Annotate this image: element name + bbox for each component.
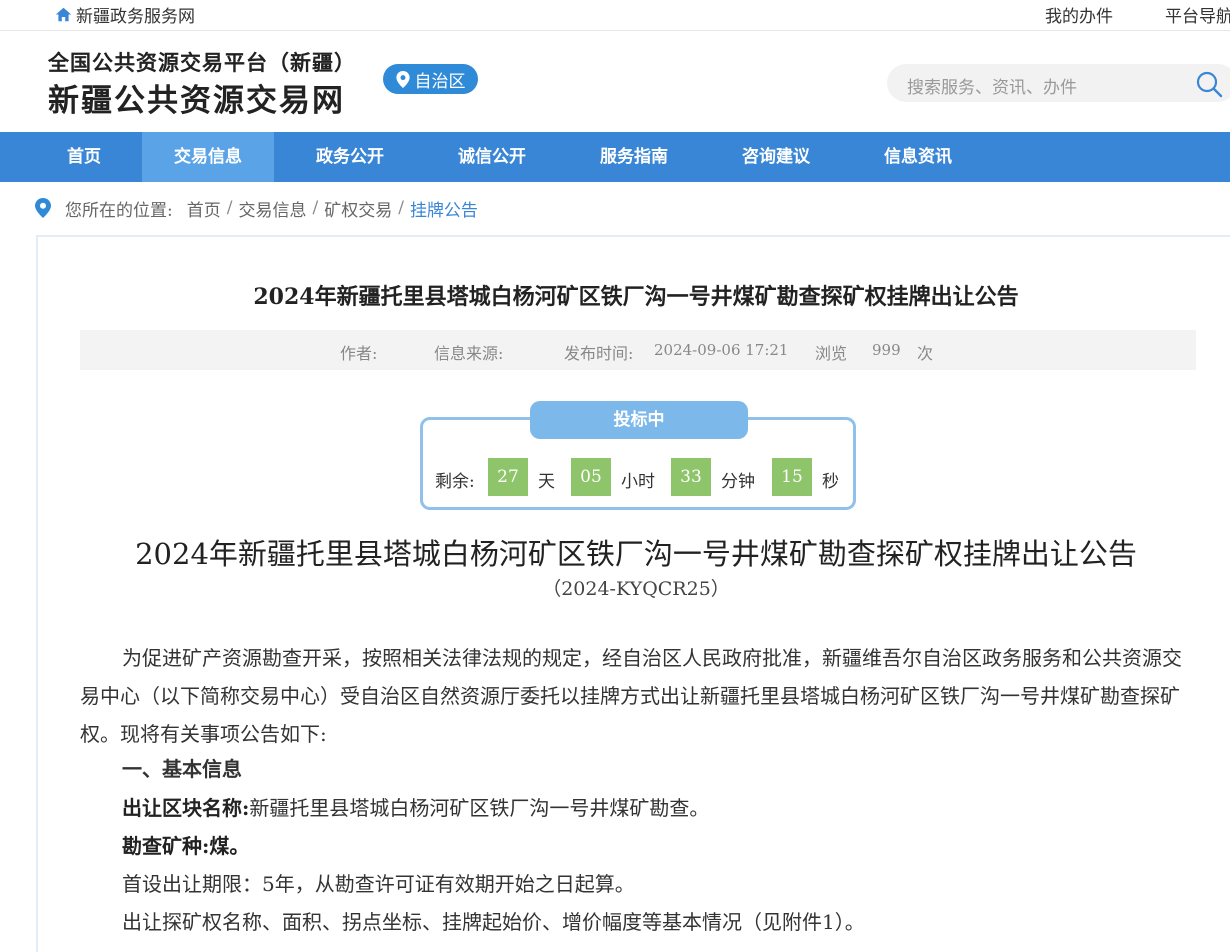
main-nav: 首页 交易信息 政务公开 诚信公开 服务指南 咨询建议 信息资讯 [0,132,1230,182]
search-input[interactable]: 搜索服务、资讯、办件 [907,73,1077,98]
seconds-value: 15 [772,458,812,496]
nav-guide[interactable]: 服务指南 [578,132,690,182]
block-name-line: 出让区块名称:新疆托里县塔城白杨河矿区铁厂沟一号井煤矿勘查。 [122,792,709,821]
notice-heading: 2024年新疆托里县塔城白杨河矿区铁厂沟一号井煤矿勘查探矿权挂牌出让公告 [135,537,1137,571]
nav-credit[interactable]: 诚信公开 [436,132,548,182]
hours-unit: 小时 [621,472,655,492]
top-utility-bar: 新疆政务服务网 我的办件 平台导航 [0,0,1230,31]
article-meta: 作者: 信息来源: 发布时间: 2024-09-06 17:21 浏览 999 … [80,330,1196,370]
countdown-panel: 投标中 剩余: 27 天 05 小时 33 分钟 15 秒 [420,401,856,510]
mineral-value: 煤。 [209,834,250,858]
nav-news[interactable]: 信息资讯 [862,132,974,182]
article-title: 2024年新疆托里县塔城白杨河矿区铁厂沟一号井煤矿勘查探矿权挂牌出让公告 [253,284,1019,310]
source-label: 信息来源: [434,344,504,363]
days-unit: 天 [538,472,555,492]
nav-home[interactable]: 首页 [46,132,122,182]
remaining-label: 剩余: [435,472,475,492]
breadcrumb-separator: / [398,198,404,218]
term-line: 首设出让期限：5年，从勘查许可证有效期开始之日起算。 [122,872,635,896]
logo-line1[interactable]: 全国公共资源交易平台（新疆） [48,47,356,77]
seconds-unit: 秒 [822,472,839,492]
block-name-label: 出让区块名称: [122,796,250,820]
minutes-unit: 分钟 [721,472,755,492]
views-label: 浏览 [815,344,848,363]
breadcrumb-separator: / [312,198,319,218]
location-pin-icon [395,70,410,88]
gov-service-label: 新疆政务服务网 [76,7,195,27]
nav-gov-affairs[interactable]: 政务公开 [294,132,406,182]
bidding-status-badge: 投标中 [530,401,748,439]
hours-value: 05 [571,458,611,496]
section-basic-info: 一、基本信息 [122,757,242,781]
home-icon [55,7,72,22]
mineral-label: 勘查矿种: [122,834,210,858]
logo-line2[interactable]: 新疆公共资源交易网 [48,75,345,120]
views-count: 999 [872,341,901,359]
breadcrumb-home[interactable]: 首页 [187,196,221,221]
breadcrumb: 您所在的位置: 首页 / 交易信息 / 矿权交易 / 挂牌公告 [35,196,478,221]
days-value: 27 [488,458,528,496]
minutes-value: 33 [671,458,711,496]
my-affairs-link[interactable]: 我的办件 [1045,2,1113,27]
breadcrumb-trade-info[interactable]: 交易信息 [238,196,306,221]
site-header: 全国公共资源交易平台（新疆） 新疆公共资源交易网 自治区 搜索服务、资讯、办件 [0,31,1230,132]
views-unit: 次 [917,344,934,363]
details-line: 出让探矿权名称、面积、拐点坐标、挂牌起始价、增价幅度等基本情况（见附件1）。 [122,910,865,934]
publish-time: 2024-09-06 17:21 [654,341,789,359]
nav-trade-info[interactable]: 交易信息 [142,132,274,182]
breadcrumb-prefix: 您所在的位置: [65,200,173,221]
platform-nav-link[interactable]: 平台导航 [1165,2,1230,27]
gov-service-link[interactable]: 新疆政务服务网 [55,2,195,27]
document-number: （2024-KYQCR25） [542,578,730,600]
breadcrumb-current[interactable]: 挂牌公告 [410,196,478,221]
search-icon[interactable] [1195,70,1223,98]
article-container: 2024年新疆托里县塔城白杨河矿区铁厂沟一号井煤矿勘查探矿权挂牌出让公告 作者:… [36,235,1230,952]
breadcrumb-mining-rights[interactable]: 矿权交易 [324,196,392,221]
location-pin-icon [35,198,51,218]
intro-paragraph: 为促进矿产资源勘查开采，按照相关法律法规的规定，经自治区人民政府批准，新疆维吾尔… [80,646,1182,746]
region-switch-button[interactable]: 自治区 [383,64,478,94]
search-box[interactable]: 搜索服务、资讯、办件 [887,64,1230,102]
publish-label: 发布时间: [564,344,634,363]
mineral-line: 勘查矿种:煤。 [122,830,249,859]
breadcrumb-separator: / [226,198,233,218]
author-label: 作者: [340,344,378,363]
nav-consult[interactable]: 咨询建议 [720,132,832,182]
region-label: 自治区 [414,71,466,92]
block-name-value: 新疆托里县塔城白杨河矿区铁厂沟一号井煤矿勘查。 [249,796,710,820]
